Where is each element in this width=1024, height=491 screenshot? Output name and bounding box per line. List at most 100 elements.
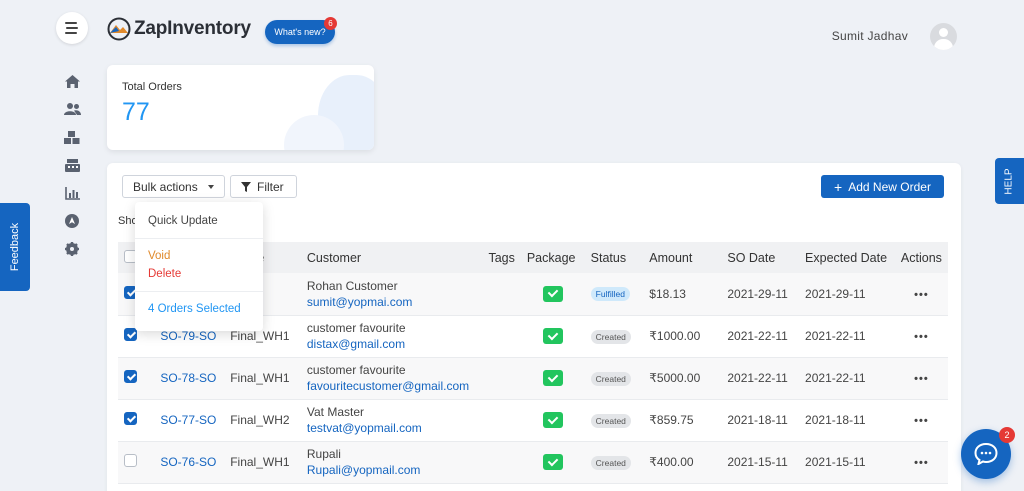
menu-item-delete[interactable]: Delete <box>135 265 263 283</box>
expected-date-cell: 2021-22-11 <box>805 329 866 343</box>
so-date-cell: 2021-18-11 <box>727 413 788 427</box>
sidebar <box>63 72 83 268</box>
chat-icon <box>974 443 998 465</box>
feedback-label: Feedback <box>9 222 21 272</box>
whats-new-badge: 6 <box>324 17 337 30</box>
whats-new-label: What's new? <box>274 27 326 37</box>
bulk-actions-button[interactable]: Bulk actions <box>122 175 225 198</box>
chat-button[interactable]: 2 <box>961 427 1015 479</box>
help-tab[interactable]: HELP <box>995 158 1024 204</box>
customer-email-link[interactable]: sumit@yopmai.com <box>307 294 477 310</box>
so-number-link[interactable]: SO-78-SO <box>160 371 216 385</box>
col-expected-date[interactable]: Expected Date <box>799 242 895 273</box>
table-row[interactable]: SO-76-SO Final_WH1 Rupali Rupali@yopmail.co… <box>118 441 948 483</box>
menu-item-orders-selected[interactable]: 4 Orders Selected <box>135 300 263 318</box>
customer-name: Rupali <box>306 447 341 461</box>
customer-name: Vat Master <box>306 405 365 419</box>
so-number-link[interactable]: SO-77-SO <box>160 413 216 427</box>
col-customer[interactable]: Customer <box>301 242 483 273</box>
col-amount[interactable]: Amount <box>643 242 721 273</box>
bulk-actions-label: Bulk actions <box>133 179 198 194</box>
customer-email-link[interactable]: testvat@yopmail.com <box>307 420 477 436</box>
package-check-icon <box>542 328 563 344</box>
settings-icon[interactable] <box>63 240 81 258</box>
whats-new-button[interactable]: What's new? 6 <box>265 17 337 44</box>
home-icon[interactable] <box>63 72 81 90</box>
app-logo[interactable]: ZapInventory <box>107 17 251 41</box>
menu-icon <box>65 22 77 24</box>
status-badge: Created <box>590 413 631 428</box>
amount-cell: $18.13 <box>649 286 686 301</box>
expected-date-cell: 2021-18-11 <box>805 413 866 427</box>
divider <box>135 291 263 292</box>
so-number-link[interactable]: SO-76-SO <box>160 455 216 469</box>
tags-cell <box>482 441 520 483</box>
filter-label: Filter <box>257 179 284 194</box>
row-checkbox[interactable] <box>124 412 137 425</box>
warehouse-cell: Final_WH1 <box>230 455 290 469</box>
table-row[interactable]: SO-77-SO Final_WH2 Vat Master testvat@yopma… <box>118 399 948 441</box>
cash-register-icon[interactable] <box>63 156 81 174</box>
caret-down-icon <box>207 184 214 189</box>
col-package[interactable]: Package <box>521 242 585 273</box>
col-so-date[interactable]: SO Date <box>721 242 799 273</box>
expected-date-cell: 2021-15-11 <box>805 455 866 469</box>
amount-cell: ₹400.00 <box>649 455 694 469</box>
logo-icon <box>107 17 131 41</box>
amount-cell: ₹859.75 <box>649 413 694 427</box>
plus-icon: + <box>834 178 843 195</box>
feedback-tab[interactable]: Feedback <box>0 203 30 291</box>
warehouse-cell: Final_WH1 <box>230 329 290 343</box>
avatar[interactable] <box>930 23 957 50</box>
status-badge: Created <box>590 371 631 386</box>
filter-icon <box>241 181 251 192</box>
package-check-icon <box>542 454 563 470</box>
total-orders-card: Total Orders 77 <box>107 65 374 150</box>
amount-cell: ₹5000.00 <box>649 371 701 385</box>
more-actions-icon[interactable]: ••• <box>914 289 929 301</box>
customer-name: customer favourite <box>306 363 406 377</box>
customer-email-link[interactable]: distax@gmail.com <box>307 336 477 352</box>
tags-cell <box>482 399 520 441</box>
bulk-actions-menu: Quick Update Void Delete 4 Orders Select… <box>135 202 263 331</box>
menu-item-quick-update[interactable]: Quick Update <box>135 212 263 230</box>
col-tags[interactable]: Tags <box>482 242 520 273</box>
customer-name: Rohan Customer <box>306 278 398 293</box>
amount-cell: ₹1000.00 <box>649 329 701 343</box>
expected-date-cell: 2021-29-11 <box>805 286 866 301</box>
table-row[interactable]: SO-78-SO Final_WH1 customer favourite favou… <box>118 357 948 399</box>
menu-toggle-button[interactable] <box>56 12 88 44</box>
status-badge: Created <box>590 455 631 470</box>
logo-text: ZapInventory <box>134 18 251 39</box>
row-checkbox[interactable] <box>124 370 137 383</box>
row-checkbox[interactable] <box>124 454 137 467</box>
user-name[interactable]: Sumit Jadhav <box>832 29 908 43</box>
more-actions-icon[interactable]: ••• <box>914 457 929 469</box>
menu-item-void[interactable]: Void <box>135 247 263 265</box>
so-date-cell: 2021-22-11 <box>727 329 788 343</box>
help-label: HELP <box>1004 167 1015 195</box>
row-checkbox[interactable] <box>124 328 137 341</box>
so-date-cell: 2021-29-11 <box>727 286 788 301</box>
more-actions-icon[interactable]: ••• <box>914 415 929 427</box>
reports-icon[interactable] <box>63 184 81 202</box>
users-icon[interactable] <box>63 100 81 118</box>
warehouse-icon[interactable] <box>63 128 81 146</box>
expected-date-cell: 2021-22-11 <box>805 371 866 385</box>
compass-icon[interactable] <box>63 212 81 230</box>
col-status[interactable]: Status <box>585 242 644 273</box>
tags-cell <box>482 315 520 357</box>
so-date-cell: 2021-15-11 <box>727 455 788 469</box>
customer-name: customer favourite <box>306 321 406 335</box>
more-actions-icon[interactable]: ••• <box>914 373 929 385</box>
divider <box>135 238 263 239</box>
filter-button[interactable]: Filter <box>230 175 297 198</box>
user-icon <box>939 28 948 37</box>
so-number-link[interactable]: SO-79-SO <box>160 329 216 343</box>
tags-cell <box>482 357 520 399</box>
customer-email-link[interactable]: Rupali@yopmail.com <box>307 462 477 478</box>
customer-email-link[interactable]: favouritecustomer@gmail.com <box>307 378 477 394</box>
chat-badge: 2 <box>999 427 1015 443</box>
add-new-order-button[interactable]: + Add New Order <box>821 175 944 198</box>
more-actions-icon[interactable]: ••• <box>914 331 929 343</box>
